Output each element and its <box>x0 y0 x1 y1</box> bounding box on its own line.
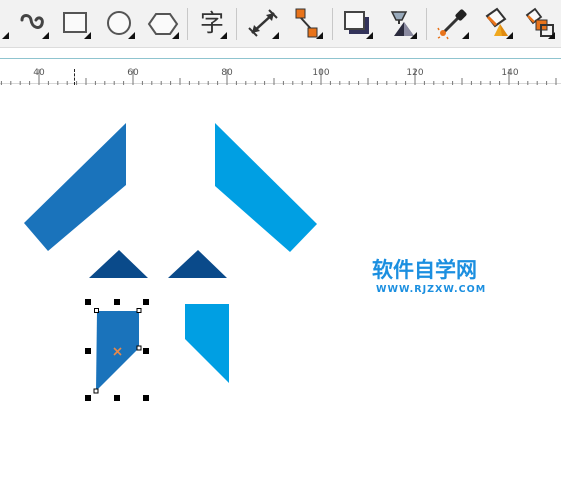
upper-left-shape[interactable] <box>24 123 126 251</box>
right-triangle[interactable] <box>168 250 227 278</box>
toolbar-separator <box>187 8 188 40</box>
handle-top-center[interactable] <box>114 299 120 305</box>
eyedropper-tool[interactable] <box>436 6 470 40</box>
cursor-position-marker <box>74 69 75 85</box>
ruler-label: 40 <box>33 68 45 78</box>
handle-top-left[interactable] <box>85 299 91 305</box>
node-point[interactable] <box>94 308 99 313</box>
polygon-tool[interactable] <box>146 6 180 40</box>
ruler-label: 100 <box>312 68 330 78</box>
tool-partial[interactable] <box>0 6 10 40</box>
ellipse-tool[interactable] <box>102 6 136 40</box>
horizontal-ruler[interactable]: 40 60 80 100 120 140 <box>0 58 561 85</box>
fill-tool[interactable] <box>480 6 514 40</box>
design-app-window: 字 40 60 80 100 120 140 软件自学网 WWW.RJZXW.C… <box>0 0 561 500</box>
freehand-tool[interactable] <box>16 6 50 40</box>
node-point[interactable] <box>136 308 142 313</box>
node-point[interactable] <box>93 388 99 394</box>
dimension-tool[interactable] <box>246 6 280 40</box>
handle-middle-left[interactable] <box>85 348 91 354</box>
node-point[interactable] <box>136 345 142 351</box>
left-triangle[interactable] <box>89 250 148 278</box>
connector-tool[interactable] <box>290 6 324 40</box>
watermark-url: WWW.RJZXW.COM <box>376 284 487 295</box>
watermark: 软件自学网 WWW.RJZXW.COM <box>372 257 504 301</box>
smart-fill-tool[interactable] <box>522 6 556 40</box>
handle-bottom-left[interactable] <box>85 395 91 401</box>
ruler-label: 80 <box>221 68 233 78</box>
toolbar-separator <box>236 8 237 40</box>
text-tool[interactable]: 字 <box>194 6 228 40</box>
handle-bottom-center[interactable] <box>114 395 120 401</box>
drop-shadow-tool[interactable] <box>340 6 374 40</box>
handle-top-right[interactable] <box>143 299 149 305</box>
drawing-canvas[interactable]: 软件自学网 WWW.RJZXW.COM <box>0 85 561 500</box>
upper-right-shape[interactable] <box>215 123 317 252</box>
ruler-ticks <box>0 69 557 85</box>
rectangle-tool[interactable] <box>58 6 92 40</box>
ruler-label: 140 <box>501 68 519 78</box>
ruler-label: 60 <box>127 68 139 78</box>
toolbar-separator <box>332 8 333 40</box>
toolbar-separator <box>426 8 427 40</box>
handle-middle-right[interactable] <box>143 348 149 354</box>
right-lower-shape[interactable] <box>185 304 229 383</box>
transparency-tool[interactable] <box>384 6 418 40</box>
toolbox: 字 <box>0 0 561 48</box>
ruler-label: 120 <box>406 68 424 78</box>
handle-bottom-right[interactable] <box>143 395 149 401</box>
watermark-title: 软件自学网 <box>372 258 477 282</box>
